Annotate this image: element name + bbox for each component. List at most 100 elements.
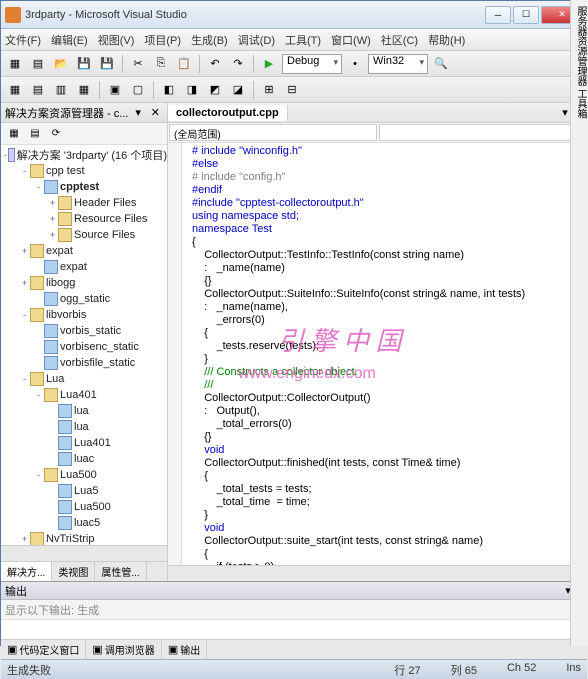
tb2-icon[interactable]: ▢ [128,80,148,100]
code-line[interactable]: { [168,548,587,561]
tree-node[interactable]: ogg_static [1,291,167,307]
tree-node[interactable]: expat [1,259,167,275]
find-icon[interactable]: 🔍 [431,54,451,74]
code-line[interactable]: : Output(), [168,405,587,418]
sidebar-tab[interactable]: 类视图 [52,562,95,581]
bottom-tab[interactable]: ▣输出 [162,640,207,659]
code-line[interactable]: : _name(name), [168,301,587,314]
pin-icon[interactable]: ▾ [132,106,144,119]
tree-node[interactable]: Lua401 [1,435,167,451]
code-line[interactable]: {} [168,431,587,444]
code-line[interactable]: _total_errors(0) [168,418,587,431]
scope-select[interactable]: (全局范围) [169,124,377,141]
solution-tree[interactable]: - 解决方案 '3rdparty' (16 个项目) -cpp test-cpp… [1,145,167,545]
tree-node[interactable]: -Lua500 [1,467,167,483]
tab-dropdown-icon[interactable]: ▾ [562,106,568,119]
copy-icon[interactable]: ⎘ [151,54,171,74]
code-line[interactable]: _tests.reserve(tests); [168,340,587,353]
tree-node[interactable]: lua [1,403,167,419]
member-select[interactable] [379,124,587,141]
open-icon[interactable]: 📂 [51,54,71,74]
refresh-icon[interactable]: ⟳ [47,125,65,143]
tree-node[interactable]: -cpptest [1,179,167,195]
code-line[interactable]: _total_time = time; [168,496,587,509]
sidebar-tab[interactable]: 属性管... [95,562,146,581]
menu-item[interactable]: 窗口(W) [331,32,371,48]
code-line[interactable]: { [168,236,587,249]
code-line[interactable]: void [168,522,587,535]
tree-node[interactable]: +Resource Files [1,211,167,227]
undo-icon[interactable]: ↶ [205,54,225,74]
add-item-icon[interactable]: ▤ [28,54,48,74]
tb2-icon[interactable]: ▣ [105,80,125,100]
new-project-icon[interactable]: ▦ [5,54,25,74]
tb2-icon[interactable]: ▥ [51,80,71,100]
menu-item[interactable]: 编辑(E) [51,32,88,48]
editor-tab-active[interactable]: collectoroutput.cpp [168,105,288,121]
tree-node[interactable]: luac5 [1,515,167,531]
tb2-icon[interactable]: ◧ [159,80,179,100]
tb2-icon[interactable]: ▦ [5,80,25,100]
sidebar-tab[interactable]: 解决方... [1,562,52,581]
maximize-button[interactable]: ☐ [513,6,539,24]
code-line[interactable]: #else [168,158,587,171]
panel-close-icon[interactable]: ✕ [148,106,163,119]
code-line[interactable]: CollectorOutput::finished(int tests, con… [168,457,587,470]
tree-node[interactable]: +expat [1,243,167,259]
tb2-icon[interactable]: ◨ [182,80,202,100]
menu-item[interactable]: 视图(V) [98,32,135,48]
solution-root[interactable]: - 解决方案 '3rdparty' (16 个项目) [1,147,167,163]
show-all-icon[interactable]: ▤ [26,125,44,143]
minimize-button[interactable]: ─ [485,6,511,24]
code-line[interactable]: #endif [168,184,587,197]
tb2-icon[interactable]: ◪ [228,80,248,100]
code-line[interactable]: /// [168,379,587,392]
code-line[interactable]: {} [168,275,587,288]
code-line[interactable]: { [168,470,587,483]
code-line[interactable]: CollectorOutput::TestInfo::TestInfo(cons… [168,249,587,262]
code-line[interactable]: using namespace std; [168,210,587,223]
save-icon[interactable]: 💾 [74,54,94,74]
tree-node[interactable]: -libvorbis [1,307,167,323]
code-line[interactable]: } [168,353,587,366]
code-line[interactable]: if (tests > 0) [168,561,587,565]
tree-node[interactable]: -Lua401 [1,387,167,403]
tb2-icon[interactable]: ⊞ [259,80,279,100]
code-area[interactable]: 引 擎 中 国 www.enginedx.com # include "winc… [168,143,587,565]
code-line[interactable]: #include "cpptest-collectoroutput.h" [168,197,587,210]
menu-item[interactable]: 文件(F) [5,32,41,48]
code-line[interactable]: void [168,444,587,457]
tree-node[interactable]: +Header Files [1,195,167,211]
paste-icon[interactable]: 📋 [174,54,194,74]
cut-icon[interactable]: ✂ [128,54,148,74]
platform-select[interactable]: Win32 [368,54,428,74]
redo-icon[interactable]: ↷ [228,54,248,74]
editor-hscroll[interactable] [168,565,587,581]
tb2-icon[interactable]: ▤ [28,80,48,100]
tree-node[interactable]: Lua500 [1,499,167,515]
code-line[interactable]: { [168,327,587,340]
code-line[interactable]: /// Constructs a collector object. [168,366,587,379]
tree-node[interactable]: vorbisfile_static [1,355,167,371]
menu-item[interactable]: 调试(D) [238,32,275,48]
tree-node[interactable]: +NvTriStrip [1,531,167,545]
code-line[interactable]: : _name(name) [168,262,587,275]
tree-node[interactable]: +libogg [1,275,167,291]
tree-node[interactable]: Lua5 [1,483,167,499]
right-collapsed-panels[interactable]: 服务器资源管理器 工具箱 [570,0,588,646]
tree-node[interactable]: vorbis_static [1,323,167,339]
code-line[interactable]: } [168,509,587,522]
tree-node[interactable]: -Lua [1,371,167,387]
save-all-icon[interactable]: 💾 [97,54,117,74]
code-line[interactable]: # include "winconfig.h" [168,145,587,158]
tree-hscroll[interactable] [1,545,167,561]
tree-node[interactable]: vorbisenc_static [1,339,167,355]
tree-node[interactable]: luac [1,451,167,467]
menu-item[interactable]: 项目(P) [144,32,181,48]
properties-icon[interactable]: ▦ [5,125,23,143]
code-line[interactable]: _errors(0) [168,314,587,327]
tb2-icon[interactable]: ▦ [74,80,94,100]
tree-node[interactable]: +Source Files [1,227,167,243]
menu-item[interactable]: 社区(C) [381,32,418,48]
code-line[interactable]: CollectorOutput::CollectorOutput() [168,392,587,405]
